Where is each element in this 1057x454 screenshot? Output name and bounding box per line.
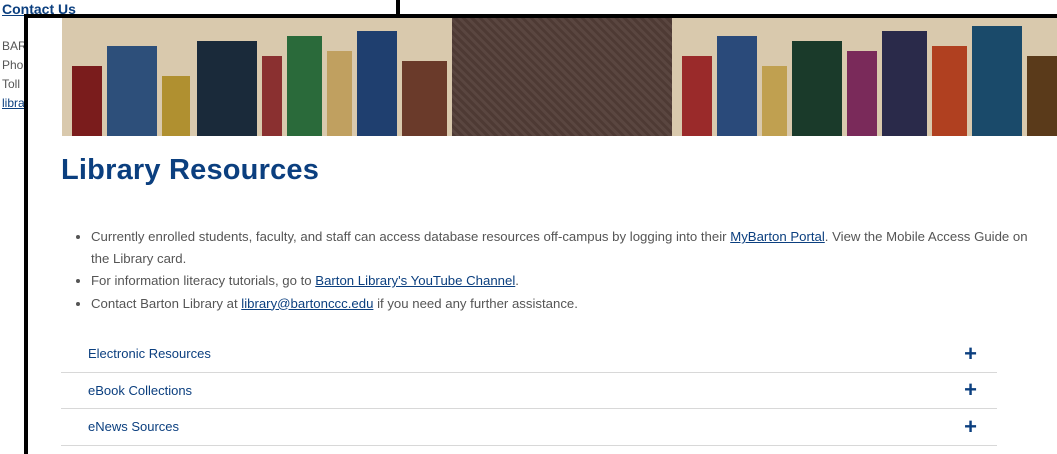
accordion-label: Electronic Resources <box>88 346 211 362</box>
accordion-item-electronic-resources[interactable]: Electronic Resources + <box>61 336 997 373</box>
content-panel: Library Resources Currently enrolled stu… <box>24 14 1057 454</box>
list-item: Contact Barton Library at library@barton… <box>91 293 1041 315</box>
info-list: Currently enrolled students, faculty, an… <box>61 226 1041 315</box>
page-title: Library Resources <box>61 154 320 186</box>
contact-line: Toll <box>2 77 21 91</box>
plus-icon[interactable]: + <box>964 379 977 401</box>
list-item: For information literacy tutorials, go t… <box>91 270 1041 292</box>
accordion-item-enews-sources[interactable]: eNews Sources + <box>61 409 997 446</box>
library-email-link[interactable]: library@bartonccc.edu <box>241 296 373 311</box>
hero-image <box>62 18 1057 136</box>
divider <box>396 0 400 14</box>
contact-line: Pho <box>2 58 24 72</box>
plus-icon[interactable]: + <box>964 342 977 365</box>
list-item: Currently enrolled students, faculty, an… <box>91 226 1041 269</box>
accordion-item-ebook-collections[interactable]: eBook Collections + <box>61 373 997 409</box>
contact-email-link[interactable]: libra <box>2 94 25 113</box>
mybarton-portal-link[interactable]: MyBarton Portal <box>730 229 825 244</box>
accordion-label: eNews Sources <box>88 419 180 435</box>
youtube-channel-link[interactable]: Barton Library's YouTube Channel <box>315 273 515 288</box>
contact-line: BAR <box>2 39 27 53</box>
accordion-label: eBook Collections <box>88 382 193 398</box>
plus-icon[interactable]: + <box>964 415 977 438</box>
resources-accordion: Electronic Resources + eBook Collections… <box>61 336 997 446</box>
